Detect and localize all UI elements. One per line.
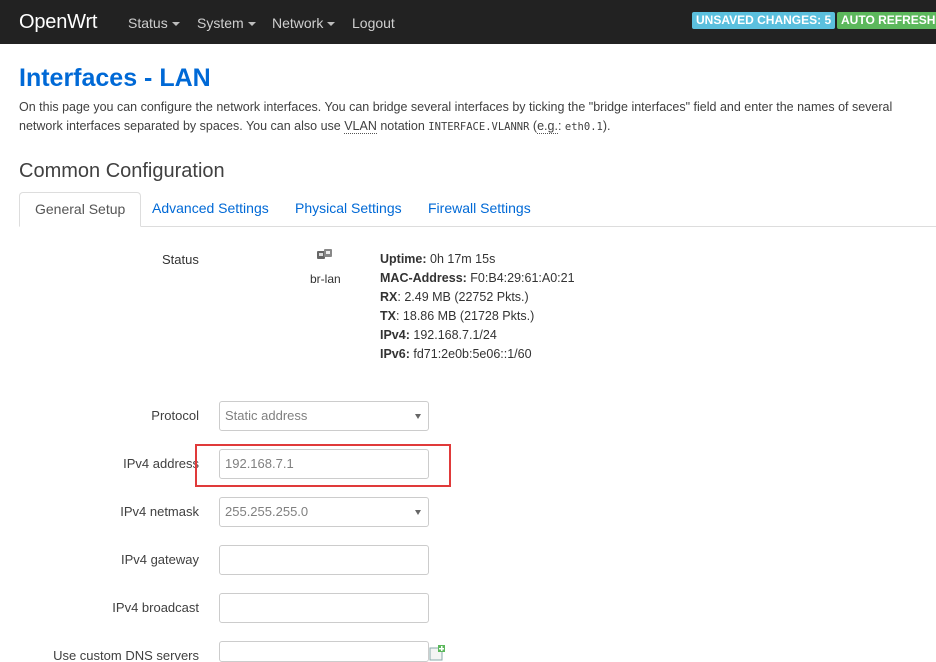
brand-logo[interactable]: OpenWrt xyxy=(19,11,97,34)
description-text: notation xyxy=(376,119,429,133)
dns-servers-label: Use custom DNS servers xyxy=(53,648,199,662)
eg-abbr: e.g. xyxy=(537,119,558,134)
ipv4-gateway-label: IPv4 gateway xyxy=(120,552,199,567)
auto-refresh-badge[interactable]: AUTO REFRESH xyxy=(837,12,936,29)
ipv4-row: IPv4: 192.168.7.1/24 xyxy=(380,328,497,342)
example-code: eth0.1 xyxy=(564,121,603,133)
notation-code: INTERFACE.VLANNR xyxy=(428,121,530,133)
select-arrow-icon xyxy=(415,510,421,515)
nav-status-menu[interactable]: Status xyxy=(128,15,180,31)
page-title: Interfaces - LAN xyxy=(19,64,211,92)
section-title: Common Configuration xyxy=(19,160,225,182)
ipv6-row: IPv6: fd71:2e0b:5e06::1/60 xyxy=(380,347,532,361)
ipv4-broadcast-label: IPv4 broadcast xyxy=(112,600,199,615)
status-details: Uptime: 0h 17m 15s MAC-Address: F0:B4:29… xyxy=(380,250,575,364)
ipv4-gateway-input[interactable] xyxy=(219,545,429,575)
page-description: On this page you can configure the netwo… xyxy=(19,98,934,137)
protocol-label: Protocol xyxy=(151,408,199,423)
nav-logout-link[interactable]: Logout xyxy=(352,15,395,31)
ipv4-address-label: IPv4 address xyxy=(123,456,199,471)
nav-status-label: Status xyxy=(128,15,168,31)
unsaved-changes-badge[interactable]: UNSAVED CHANGES: 5 xyxy=(692,12,836,29)
nav-system-label: System xyxy=(197,15,244,31)
caret-down-icon xyxy=(171,22,180,26)
nav-system-menu[interactable]: System xyxy=(197,15,256,31)
nav-network-label: Network xyxy=(272,15,324,31)
description-text: ). xyxy=(602,119,611,133)
top-navbar: OpenWrt Status System Network Logout UNS… xyxy=(0,0,936,44)
caret-down-icon xyxy=(247,22,256,26)
ipv4-netmask-select[interactable]: 255.255.255.0 xyxy=(219,497,429,527)
add-entry-icon[interactable] xyxy=(429,645,445,662)
ipv4-address-highlight xyxy=(195,444,451,487)
vlan-abbr: VLAN xyxy=(344,119,377,134)
tab-general-setup[interactable]: General Setup xyxy=(19,192,142,227)
device-name: br-lan xyxy=(310,272,341,286)
tab-advanced-settings[interactable]: Advanced Settings xyxy=(137,192,284,227)
uptime-row: Uptime: 0h 17m 15s xyxy=(380,252,496,266)
status-label: Status xyxy=(162,252,199,267)
ipv4-netmask-label: IPv4 netmask xyxy=(120,504,199,519)
select-arrow-icon xyxy=(415,414,421,419)
tab-physical-settings[interactable]: Physical Settings xyxy=(280,192,417,227)
protocol-value: Static address xyxy=(225,408,308,423)
mac-row: MAC-Address: F0:B4:29:61:A0:21 xyxy=(380,271,575,285)
tx-row: TX: 18.86 MB (21728 Pkts.) xyxy=(380,309,535,323)
ipv4-netmask-value: 255.255.255.0 xyxy=(225,504,309,519)
nav-network-menu[interactable]: Network xyxy=(272,15,336,31)
rx-row: RX: 2.49 MB (22752 Pkts.) xyxy=(380,290,529,304)
protocol-select[interactable]: Static address xyxy=(219,401,429,431)
caret-down-icon xyxy=(327,22,336,26)
ipv4-broadcast-input[interactable] xyxy=(219,593,429,623)
ethernet-bridge-icon xyxy=(316,248,334,265)
dns-servers-input[interactable] xyxy=(219,641,429,662)
description-text: ( xyxy=(529,119,538,133)
tab-firewall-settings[interactable]: Firewall Settings xyxy=(413,192,546,227)
description-text: : xyxy=(557,119,565,133)
